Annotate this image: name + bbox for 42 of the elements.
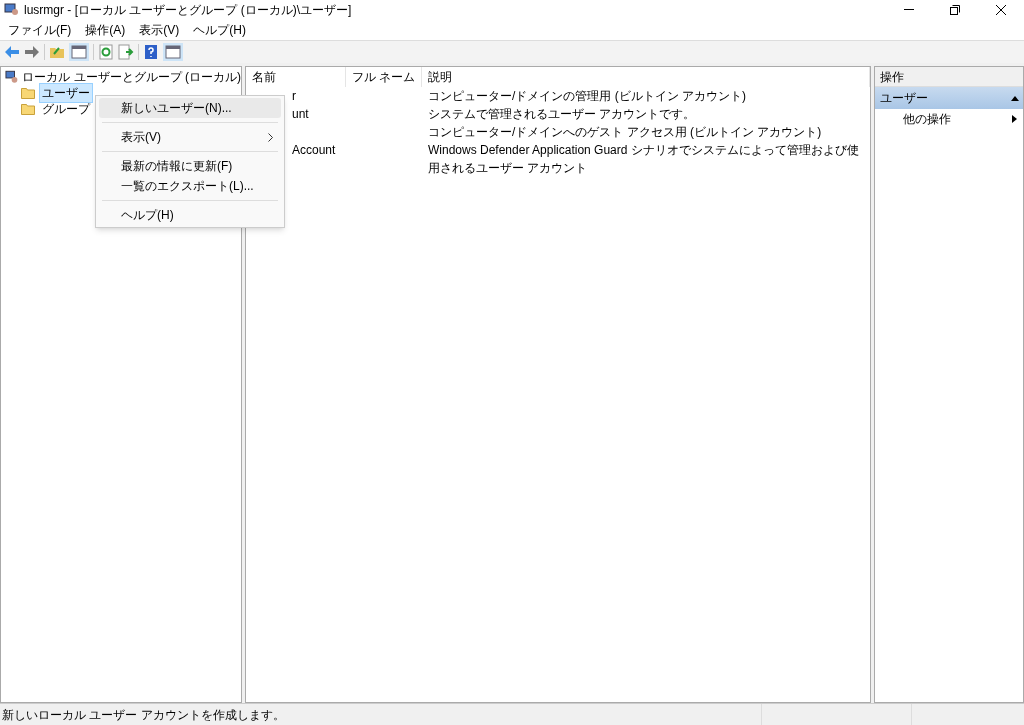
menu-bar-item[interactable]: 表示(V) (139, 21, 180, 39)
close-icon (996, 5, 1006, 15)
export-list-icon[interactable] (118, 44, 134, 60)
context-menu-item[interactable]: ヘルプ(H) (99, 205, 281, 225)
table-cell-text: unt (292, 106, 309, 123)
chevron-right-icon (268, 132, 273, 142)
back-arrow-icon[interactable] (4, 45, 20, 59)
minimize-icon (904, 9, 914, 11)
table-cell: コンピューター/ドメインの管理用 (ビルトイン アカウント) (428, 89, 746, 103)
context-menu-item[interactable]: 表示(V) (99, 127, 281, 147)
action-pane-header: 操作 (875, 67, 1023, 87)
column-header[interactable]: フル ネーム (346, 67, 422, 87)
window-title: lusrmgr - [ローカル ユーザーとグループ (ローカル)\ユーザー] (24, 2, 352, 19)
table-cell: Windows Defender Application Guard シナリオでシステムによって管理および使用されるユーザー アカウント (428, 143, 859, 175)
action-link[interactable]: 他の操作 (903, 110, 951, 128)
menu-bar-item[interactable]: 操作(A) (85, 21, 126, 39)
context-menu-item[interactable]: 新しいユーザー(N)... (99, 98, 281, 118)
context-menu-item[interactable]: 最新の情報に更新(F) (99, 156, 281, 176)
refresh-icon[interactable] (98, 44, 114, 60)
action-section-header[interactable]: ユーザー (875, 87, 1023, 109)
forward-arrow-icon[interactable] (24, 45, 40, 59)
users-icon (4, 3, 20, 17)
tree-item[interactable]: グループ (39, 100, 93, 118)
status-text: 新しいローカル ユーザー アカウントを作成します。 (2, 706, 285, 724)
table-cell: システムで管理されるユーザー アカウントです。 (428, 107, 696, 121)
folder-icon (21, 103, 35, 115)
computer-users-icon (5, 70, 19, 84)
menu-bar-item[interactable]: ファイル(F) (8, 21, 72, 39)
column-header[interactable]: 説明 (422, 67, 870, 87)
folder-icon (21, 87, 35, 99)
menu-bar-item[interactable]: ヘルプ(H) (193, 21, 246, 39)
collapse-triangle-icon[interactable] (1011, 95, 1019, 101)
context-menu-item[interactable]: 一覧のエクスポート(L)... (99, 176, 281, 196)
tree-item[interactable]: ユーザー (39, 83, 93, 103)
restore-icon (950, 5, 960, 15)
table-cell: コンピューター/ドメインへのゲスト アクセス用 (ビルトイン アカウント) (428, 125, 822, 139)
table-cell-text: Account (292, 142, 336, 159)
table-cell-text: r (292, 88, 296, 105)
submenu-arrow-icon (1012, 115, 1017, 123)
column-header[interactable]: 名前 (246, 67, 346, 87)
tree-item[interactable]: ローカル ユーザーとグループ (ローカル) (22, 68, 241, 86)
help-icon[interactable] (143, 44, 159, 60)
